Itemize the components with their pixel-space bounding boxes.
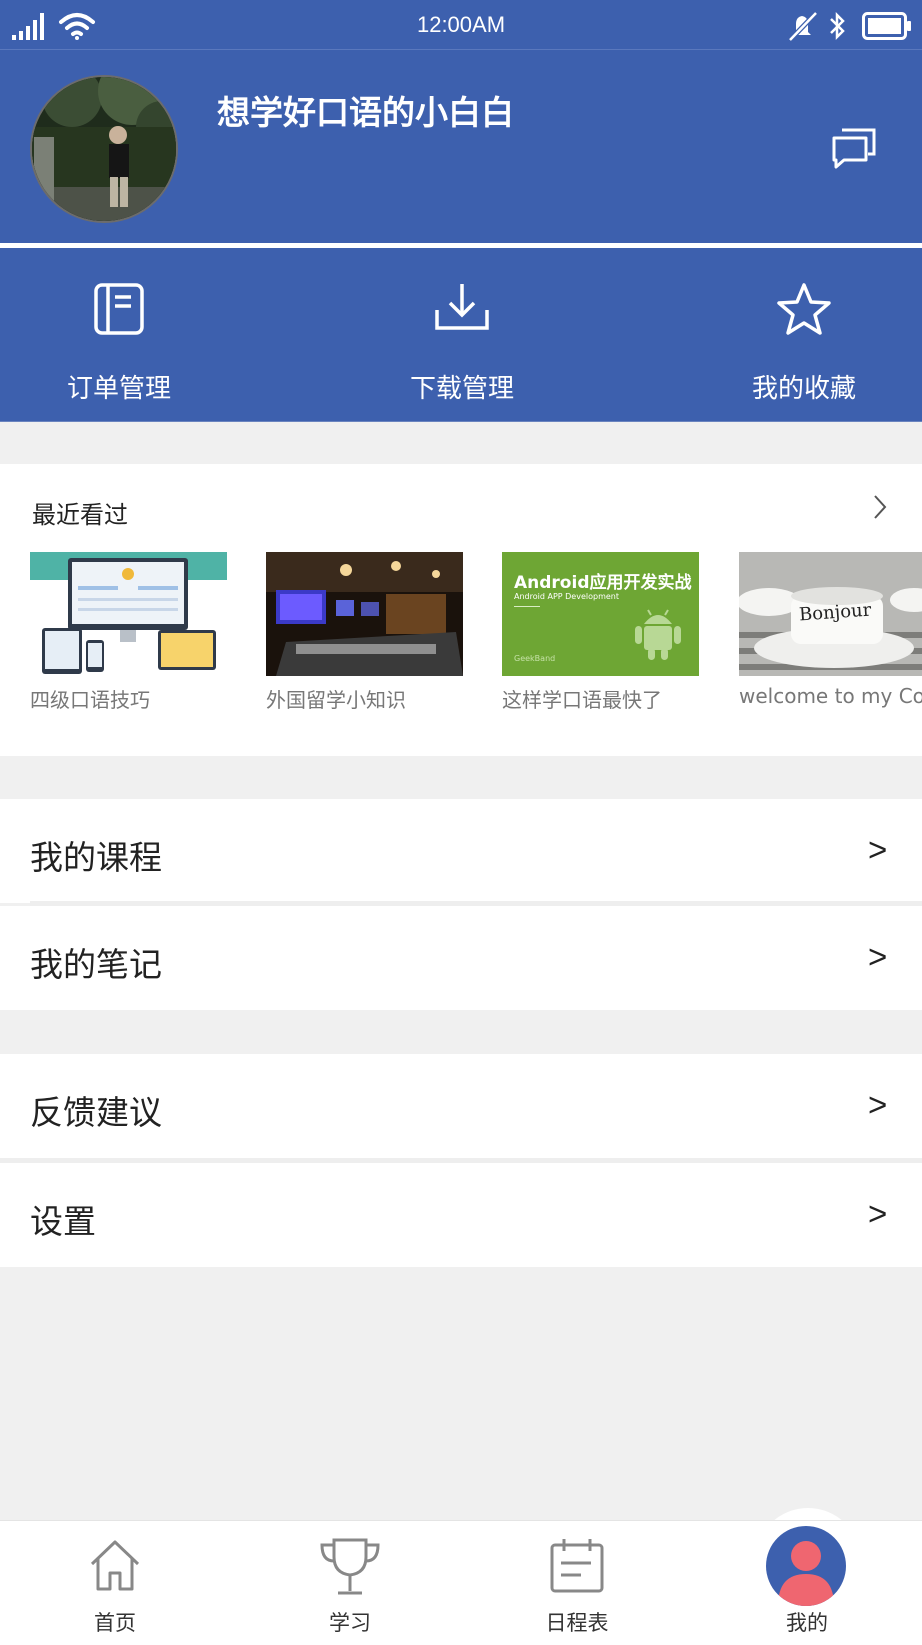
user-icon[interactable] [766, 1526, 846, 1606]
devices-image [30, 552, 227, 676]
profile-header: 想学好口语的小白白 [0, 50, 922, 243]
download-management-button[interactable]: 下载管理 [332, 248, 592, 422]
tab-me-label: 我的 [786, 1611, 828, 1635]
quick-actions: 订单管理 下载管理 我的收藏 [0, 248, 922, 422]
user-avatar-icon [778, 1541, 834, 1606]
recent-item-caption: 这样学口语最快了 [502, 688, 662, 712]
chevron-right-icon[interactable] [870, 492, 890, 522]
feedback-label: 反馈建议 [30, 1093, 162, 1132]
chevron-right-icon: > [868, 1195, 888, 1232]
chevron-right-icon: > [868, 831, 888, 868]
thumbnail-title: Android应用开发实战 [514, 573, 692, 593]
studio-image [266, 552, 463, 676]
my-favorites-button[interactable]: 我的收藏 [674, 248, 922, 422]
bluetooth-icon [830, 11, 845, 41]
home-icon [90, 1540, 140, 1591]
avatar-photo [32, 77, 176, 221]
thumbnail-subtitle: Android APP Development [514, 592, 619, 601]
settings-row[interactable]: 设置 > [0, 1163, 922, 1267]
tab-schedule-label: 日程表 [545, 1611, 609, 1635]
tab-study[interactable]: 学习 [235, 1521, 465, 1645]
my-courses-row[interactable]: 我的课程 > [0, 799, 922, 903]
recent-item-thumbnail[interactable]: Android应用开发实战 Android APP Development Ge… [502, 552, 699, 676]
battery-icon [862, 12, 911, 40]
tab-schedule[interactable]: 日程表 [462, 1521, 692, 1645]
thumbnail-brand: GeekBand [514, 654, 556, 663]
settings-label: 设置 [30, 1202, 96, 1241]
order-management-label: 订单管理 [66, 374, 171, 404]
recent-item-caption: 四级口语技巧 [30, 688, 150, 712]
tab-study-label: 学习 [329, 1611, 371, 1635]
calendar-icon [550, 1539, 604, 1593]
tab-home[interactable]: 首页 [0, 1521, 230, 1645]
my-notes-label: 我的笔记 [30, 945, 162, 984]
recently-viewed-section: 最近看过 四级口语技巧 外国留学小知识 Android应用开发实战 Androi… [0, 464, 922, 756]
trophy-icon [320, 1538, 380, 1595]
tab-home-label: 首页 [94, 1611, 136, 1635]
status-bar: 12:00AM [0, 0, 922, 50]
chevron-right-icon: > [868, 938, 888, 975]
my-notes-row[interactable]: 我的笔记 > [0, 906, 922, 1010]
thumbnail-rule [514, 606, 540, 607]
android-robot-icon [635, 609, 681, 660]
recent-item-thumbnail[interactable]: Bonjour [739, 552, 922, 676]
username: 想学好口语的小白白 [217, 93, 514, 132]
avatar[interactable] [30, 75, 178, 223]
recent-item-thumbnail[interactable] [30, 552, 227, 676]
star-icon [777, 283, 831, 335]
mute-icon [788, 11, 818, 42]
feedback-row[interactable]: 反馈建议 > [0, 1054, 922, 1158]
my-courses-label: 我的课程 [30, 838, 162, 877]
status-time: 12:00AM [416, 12, 506, 37]
download-management-label: 下载管理 [409, 374, 514, 404]
chevron-right-icon: > [868, 1086, 888, 1123]
message-icon[interactable] [830, 126, 878, 170]
download-icon [435, 284, 489, 330]
recently-viewed-title: 最近看过 [32, 501, 128, 529]
recent-item-thumbnail[interactable] [266, 552, 463, 676]
order-management-button[interactable]: 订单管理 [0, 248, 249, 422]
recent-item-caption: welcome to my Cos [739, 684, 922, 708]
my-favorites-label: 我的收藏 [751, 374, 856, 404]
order-book-icon [94, 283, 144, 335]
recent-item-caption: 外国留学小知识 [266, 688, 406, 712]
